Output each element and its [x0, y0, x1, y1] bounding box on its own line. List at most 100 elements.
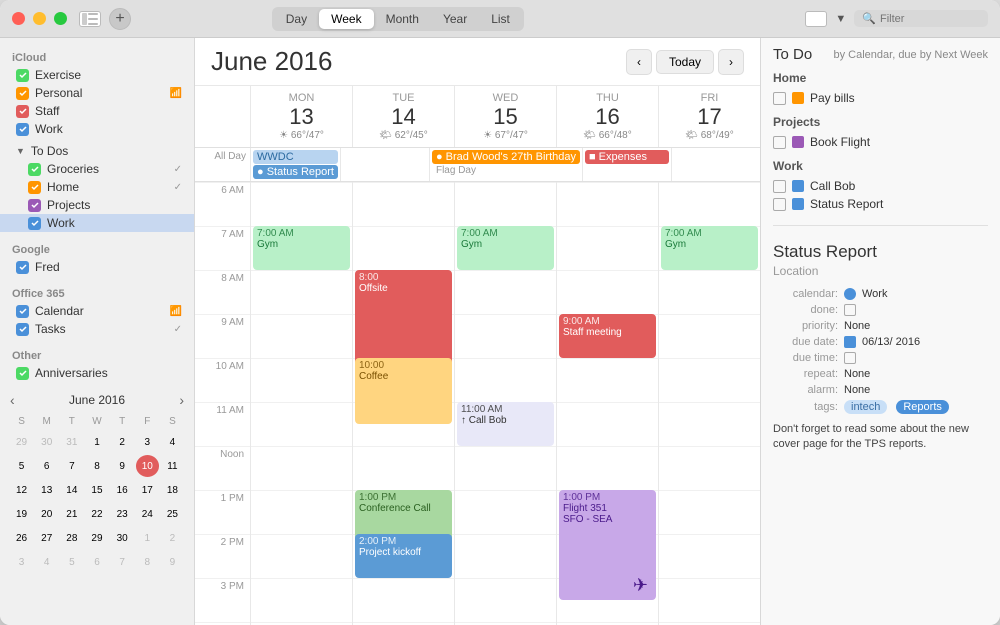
mini-cal-day[interactable]: 25 [161, 503, 184, 525]
mini-cal-day[interactable]: 12 [10, 479, 33, 501]
mini-cal-day[interactable]: 13 [35, 479, 58, 501]
prev-month-btn[interactable]: ‹ [10, 392, 15, 408]
tasks-checkbox[interactable] [16, 323, 29, 336]
done-checkbox[interactable] [844, 304, 856, 316]
mini-cal-day[interactable]: 16 [111, 479, 134, 501]
birthday-event[interactable]: ● Brad Wood's 27th Birthday [432, 150, 580, 164]
sidebar-item-anniversaries[interactable]: Anniversaries [0, 364, 194, 382]
todos-work-checkbox[interactable] [28, 217, 41, 230]
sidebar-item-tasks[interactable]: Tasks ✓ [0, 320, 194, 338]
mini-cal-day[interactable]: 3 [10, 551, 33, 573]
wed-num[interactable]: 15 [459, 104, 552, 130]
sidebar-item-groceries[interactable]: Groceries ✓ [0, 160, 194, 178]
todo-filter[interactable]: by Calendar, due by Next Week [834, 49, 989, 61]
gym-fri-event[interactable]: 7:00 AM Gym [661, 226, 758, 270]
next-month-btn[interactable]: › [179, 392, 184, 408]
day-col-wed[interactable]: 7:00 AM Gym 11:00 AM ↑ Call Bob [454, 182, 556, 625]
book-flight-item[interactable]: Book Flight [773, 133, 988, 151]
sidebar-item-staff[interactable]: Staff [0, 102, 194, 120]
mini-cal-day[interactable]: 2 [111, 431, 134, 453]
sidebar-item-icloud-work[interactable]: Work [0, 120, 194, 138]
sidebar-item-exercise[interactable]: Exercise [0, 66, 194, 84]
sidebar-toggle[interactable] [79, 11, 101, 27]
book-flight-checkbox[interactable] [773, 136, 786, 149]
mini-cal-day[interactable]: 18 [161, 479, 184, 501]
mini-cal-day[interactable]: 7 [111, 551, 134, 573]
mini-cal-day[interactable]: 1 [136, 527, 159, 549]
tag-intech[interactable]: intech [844, 400, 887, 414]
next-week-btn[interactable]: › [718, 49, 744, 75]
mini-cal-day[interactable]: 9 [161, 551, 184, 573]
home-checkbox[interactable] [28, 181, 41, 194]
mini-cal-day[interactable]: 24 [136, 503, 159, 525]
mini-cal-day[interactable]: 20 [35, 503, 58, 525]
project-kickoff-event[interactable]: 2:00 PM Project kickoff [355, 534, 452, 578]
day-col-fri[interactable]: 7:00 AM Gym [658, 182, 760, 625]
flight-event[interactable]: 1:00 PM Flight 351 SFO - SEA ✈ [559, 490, 656, 600]
mini-cal-day[interactable]: 30 [35, 431, 58, 453]
mini-cal-day[interactable]: 29 [85, 527, 108, 549]
tab-list[interactable]: List [479, 9, 522, 29]
mini-cal-day[interactable]: 8 [136, 551, 159, 573]
mini-cal-day[interactable]: 2 [161, 527, 184, 549]
mini-cal-day[interactable]: 22 [85, 503, 108, 525]
call-bob-event[interactable]: 11:00 AM ↑ Call Bob [457, 402, 554, 446]
status-report-todo-checkbox[interactable] [773, 198, 786, 211]
search-input[interactable] [880, 13, 980, 25]
exercise-checkbox[interactable] [16, 69, 29, 82]
sidebar-item-todos-work[interactable]: Work [0, 214, 194, 232]
ann-checkbox[interactable] [16, 367, 29, 380]
pay-bills-item[interactable]: Pay bills [773, 89, 988, 107]
mini-cal-day[interactable]: 19 [10, 503, 33, 525]
right-sidebar-toggle[interactable] [805, 11, 827, 27]
sidebar-item-todos-group[interactable]: ▼ To Dos [0, 142, 194, 160]
tag-reports[interactable]: Reports [896, 400, 949, 414]
coffee-event[interactable]: 10:00 Coffee [355, 358, 452, 424]
mini-cal-day[interactable]: 30 [111, 527, 134, 549]
today-btn[interactable]: Today [656, 50, 714, 74]
day-col-mon[interactable]: 7:00 AM Gym [250, 182, 352, 625]
staff-meeting-event[interactable]: 9:00 AM Staff meeting [559, 314, 656, 358]
minimize-button[interactable] [33, 12, 46, 25]
due-time-checkbox[interactable] [844, 352, 856, 364]
mini-cal-day[interactable]: 26 [10, 527, 33, 549]
sidebar-item-fred[interactable]: Fred [0, 258, 194, 276]
mini-cal-day[interactable]: 6 [85, 551, 108, 573]
mini-cal-day[interactable]: 10 [136, 455, 159, 477]
day-col-tue[interactable]: 8:00 Offsite 10:00 Coffee 1:00 PM Confer… [352, 182, 454, 625]
gym-wed-event[interactable]: 7:00 AM Gym [457, 226, 554, 270]
personal-checkbox[interactable] [16, 87, 29, 100]
new-event-button[interactable]: + [109, 8, 131, 30]
expenses-event[interactable]: ■ Expenses [585, 150, 669, 164]
mini-cal-day[interactable]: 6 [35, 455, 58, 477]
mini-cal-day[interactable]: 23 [111, 503, 134, 525]
mini-cal-day[interactable]: 27 [35, 527, 58, 549]
mini-cal-day[interactable]: 5 [10, 455, 33, 477]
tue-num[interactable]: 14 [357, 104, 450, 130]
tab-day[interactable]: Day [274, 9, 319, 29]
mini-cal-day[interactable]: 4 [161, 431, 184, 453]
maximize-button[interactable] [54, 12, 67, 25]
status-report-allday[interactable]: ● Status Report [253, 165, 338, 179]
mon-num[interactable]: 13 [255, 104, 348, 130]
view-dropdown[interactable]: ▼ [835, 13, 846, 25]
fri-num[interactable]: 17 [663, 104, 756, 130]
tab-year[interactable]: Year [431, 9, 479, 29]
pay-bills-checkbox[interactable] [773, 92, 786, 105]
staff-checkbox[interactable] [16, 105, 29, 118]
sidebar-item-personal[interactable]: Personal 📶 [0, 84, 194, 102]
groceries-checkbox[interactable] [28, 163, 41, 176]
mini-cal-day[interactable]: 28 [60, 527, 83, 549]
day-col-thu[interactable]: 9:00 AM Staff meeting 1:00 PM Flight 351… [556, 182, 658, 625]
icloud-work-checkbox[interactable] [16, 123, 29, 136]
mini-cal-day[interactable]: 4 [35, 551, 58, 573]
mini-cal-day[interactable]: 31 [60, 431, 83, 453]
mini-cal-day[interactable]: 7 [60, 455, 83, 477]
wwdc-event[interactable]: WWDC [253, 150, 338, 164]
mini-cal-day[interactable]: 8 [85, 455, 108, 477]
thu-num[interactable]: 16 [561, 104, 654, 130]
mini-cal-day[interactable]: 15 [85, 479, 108, 501]
gym-mon-event[interactable]: 7:00 AM Gym [253, 226, 350, 270]
close-button[interactable] [12, 12, 25, 25]
sidebar-item-projects[interactable]: Projects [0, 196, 194, 214]
